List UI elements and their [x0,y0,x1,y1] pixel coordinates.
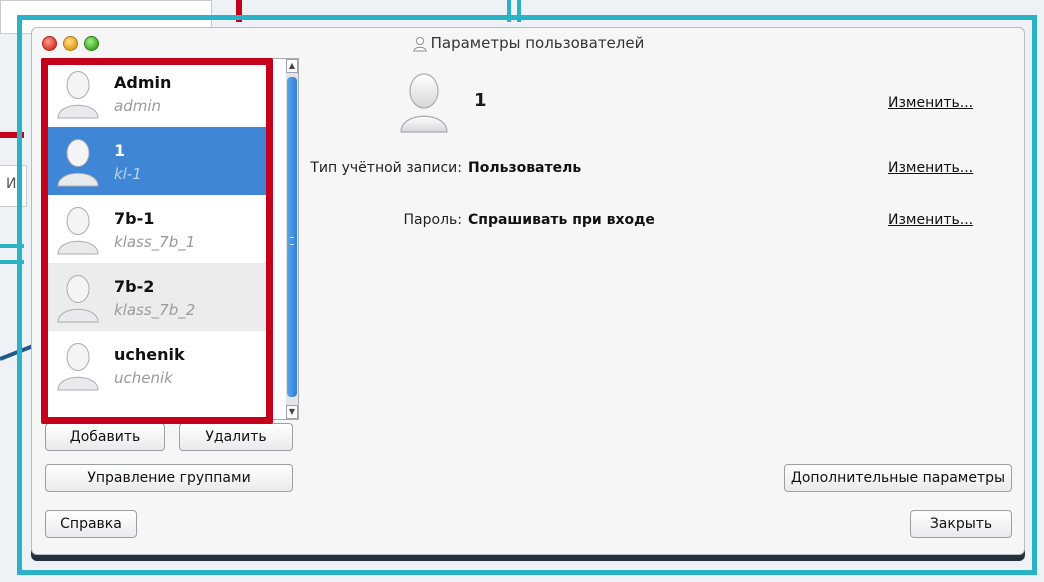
scroll-thumb[interactable] [287,77,297,397]
delete-user-button[interactable]: Удалить [179,423,293,451]
advanced-settings-button[interactable]: Дополнительные параметры [784,464,1012,492]
window-titlebar: Параметры пользователей [32,28,1024,58]
close-button[interactable]: Закрыть [910,510,1012,538]
change-name-link[interactable]: Изменить... [888,95,973,111]
password-value: Спрашивать при входе [468,212,655,228]
window-title: Параметры пользователей [32,34,1024,52]
manage-groups-button[interactable]: Управление группами [45,464,293,492]
change-account-type-link[interactable]: Изменить... [888,160,973,176]
highlight-frame-user-list [41,58,273,424]
account-type-label: Тип учётной записи: [310,160,462,176]
scroll-up-arrow-icon[interactable]: ▲ [286,59,298,73]
scroll-down-arrow-icon[interactable]: ▼ [286,405,298,419]
user-list-scrollbar[interactable]: ▲ ▼ [286,59,298,419]
users-icon [412,36,428,52]
background-fragment-text: И [6,176,17,192]
add-user-button[interactable]: Добавить [45,423,165,451]
selected-user-name: 1 [474,90,487,111]
account-type-value: Пользователь [468,160,582,176]
change-password-link[interactable]: Изменить... [888,212,973,228]
window-title-text: Параметры пользователей [430,34,645,52]
help-button[interactable]: Справка [45,510,137,538]
grip-icon [290,237,294,245]
password-label: Пароль: [403,212,462,228]
user-avatar-large [400,73,448,133]
